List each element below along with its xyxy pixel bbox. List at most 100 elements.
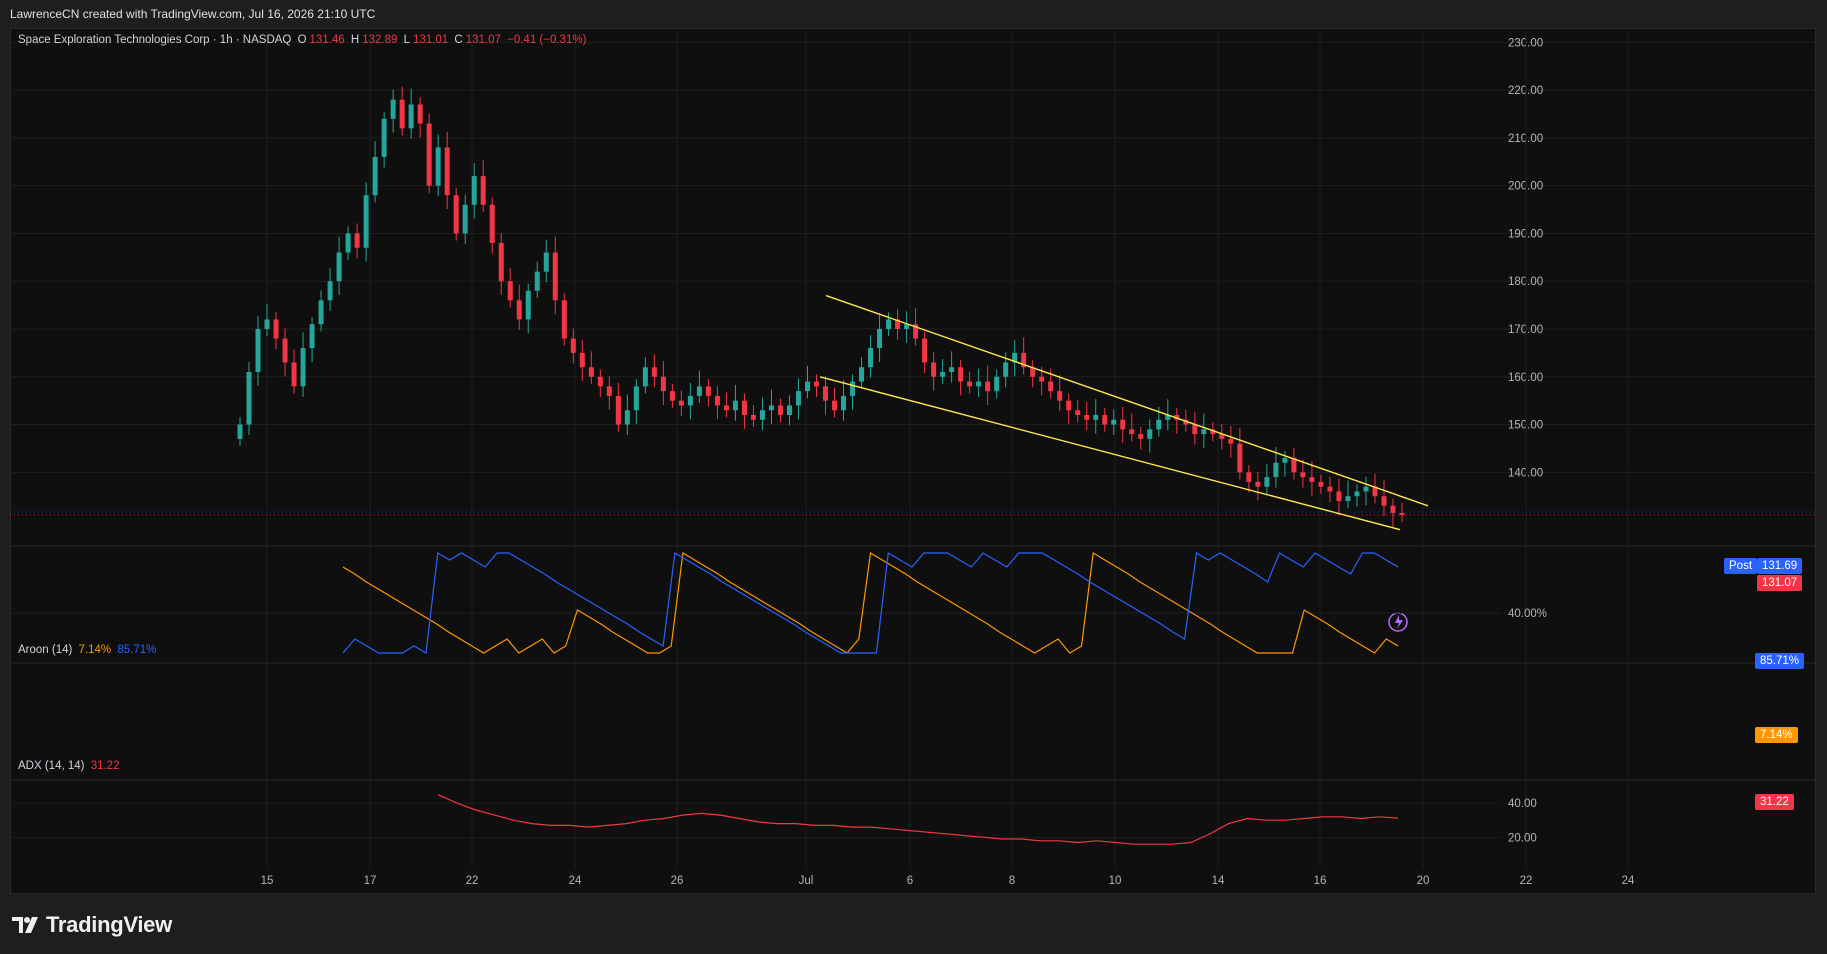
candle-body <box>480 176 486 205</box>
candle-body <box>1309 477 1315 482</box>
candle-body <box>552 252 558 301</box>
candle-body <box>1237 443 1243 473</box>
footer-brand[interactable]: TradingView <box>12 910 172 940</box>
candle-body <box>246 372 252 425</box>
candle-body <box>255 329 261 372</box>
brand-name: TradingView <box>46 912 172 937</box>
time-axis-tick: 22 <box>466 875 479 887</box>
adx-tag: 31.22 <box>1755 794 1794 810</box>
candle-body <box>588 367 594 377</box>
candle-body <box>823 386 829 401</box>
candle-body <box>372 157 378 196</box>
time-axis-tick: 6 <box>907 875 913 887</box>
candle-body <box>462 204 468 234</box>
candle-body <box>1255 481 1261 487</box>
candle-body <box>994 376 1000 392</box>
candle-body <box>390 99 396 119</box>
candle-body <box>273 319 279 339</box>
open-value: 131.46 <box>309 34 345 46</box>
candle-body <box>696 386 702 396</box>
aroon-down-value: 7.14% <box>78 644 112 656</box>
earnings-icon <box>1388 612 1408 632</box>
lower-trendline <box>819 376 1401 531</box>
candle-body <box>615 395 621 425</box>
close-value: 131.07 <box>465 34 501 46</box>
candle-body <box>1111 419 1117 425</box>
candle-body <box>291 362 297 387</box>
post-price-tag: 131.69 <box>1757 558 1803 574</box>
upper-trendline <box>825 294 1429 507</box>
candle-body <box>237 424 243 439</box>
time-axis-tick: 16 <box>1314 875 1327 887</box>
time-axis-tick: 26 <box>671 875 684 887</box>
candle-body <box>1273 462 1279 478</box>
post-label-tag: Post <box>1724 558 1758 574</box>
high-label: H <box>350 34 360 46</box>
candle-body <box>1039 376 1045 382</box>
symbol-legend: Space Exploration Technologies Corp · 1h… <box>18 34 589 46</box>
candle-body <box>1201 429 1207 435</box>
candle-body <box>1354 491 1360 497</box>
candle-body <box>976 381 982 387</box>
aroon-name: Aroon (14) <box>18 644 73 656</box>
candle-body <box>624 410 630 425</box>
adx-axis-tick: 20.00 <box>1508 832 1537 844</box>
candle-body <box>723 405 729 411</box>
symbol-name: Space Exploration Technologies Corp · 1h… <box>18 34 292 46</box>
aroon-up-tag: 85.71% <box>1755 653 1805 669</box>
candle-body <box>660 376 666 392</box>
candle-body <box>408 104 414 129</box>
candle-body <box>399 99 405 129</box>
aroon-down-tag: 7.14% <box>1755 727 1798 743</box>
candle-body <box>1120 419 1126 430</box>
candle-body <box>1057 391 1063 401</box>
attribution-text: LawrenceCN created with TradingView.com,… <box>10 7 376 21</box>
aroon-axis-tick: 40.00% <box>1508 608 1547 620</box>
candle-body <box>768 405 774 411</box>
candle-body <box>1075 410 1081 415</box>
candle-body <box>543 252 549 272</box>
open-label: O <box>297 34 307 46</box>
candle-body <box>1066 400 1072 411</box>
candle-body <box>444 147 450 196</box>
candle-body <box>516 300 522 320</box>
low-label: L <box>403 34 411 46</box>
aroon-up-line <box>342 552 1399 654</box>
time-axis-tick: 10 <box>1109 875 1122 887</box>
candle-body <box>300 348 306 387</box>
candle-body <box>363 195 369 248</box>
candle-body <box>345 233 351 253</box>
aroon-legend: Aroon (14) 7.14% 85.71% <box>18 644 159 656</box>
adx-line <box>437 794 1399 845</box>
candle-body <box>795 391 801 406</box>
candle-body <box>705 386 711 396</box>
candle-body <box>525 290 531 320</box>
candle-body <box>741 400 747 415</box>
time-axis-tick: 14 <box>1212 875 1225 887</box>
candle-body <box>714 395 720 406</box>
candle-body <box>1327 486 1333 492</box>
time-axis-tick: 8 <box>1009 875 1015 887</box>
candle-body <box>381 118 387 157</box>
adx-axis-tick: 40.00 <box>1508 798 1537 810</box>
earnings-icon-bolt <box>1395 615 1403 629</box>
candle-body <box>759 410 765 420</box>
candle-body <box>318 300 324 325</box>
candle-body <box>651 367 657 377</box>
candle-body <box>1156 419 1162 430</box>
close-label: C <box>454 34 463 46</box>
candle-body <box>327 281 333 301</box>
candle-body <box>1228 438 1234 444</box>
candle-body <box>1102 415 1108 425</box>
candle-body <box>426 123 432 186</box>
change-value: −0.41 (−0.31%) <box>507 34 587 46</box>
candle-body <box>309 324 315 349</box>
candle-body <box>534 271 540 291</box>
candle-body <box>570 338 576 353</box>
time-axis-tick: 17 <box>364 875 377 887</box>
attribution-bar: LawrenceCN created with TradingView.com,… <box>0 0 1827 28</box>
candle-body <box>471 176 477 205</box>
candle-body <box>813 381 819 387</box>
candle-body <box>507 281 513 301</box>
chart-canvas[interactable]: 140.00150.00160.00170.00180.00190.00200.… <box>10 28 1816 894</box>
